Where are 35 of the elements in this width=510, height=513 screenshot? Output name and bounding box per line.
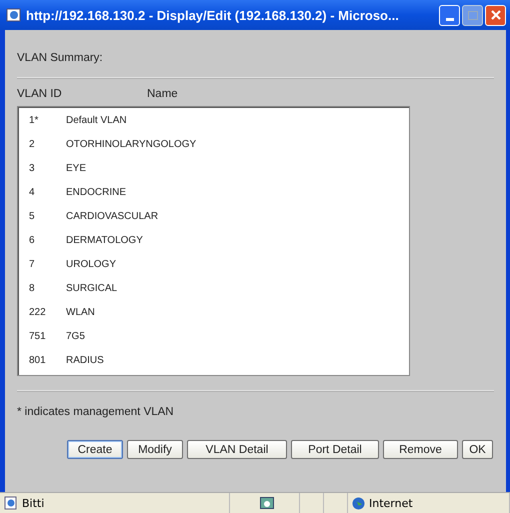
vlan-id[interactable]: 801	[18, 354, 66, 366]
vlan-id[interactable]: 2	[18, 138, 66, 150]
zone-text: Internet	[369, 496, 413, 510]
dialog-button[interactable]: Create	[67, 440, 123, 459]
vlan-name[interactable]: EYE	[66, 162, 86, 174]
vlan-name[interactable]: CARDIOVASCULAR	[66, 210, 158, 222]
window-title: http://192.168.130.2 - Display/Edit (192.168.130.2) - Microso...	[26, 8, 400, 22]
vlan-name[interactable]: SURGICAL	[66, 282, 118, 294]
dialog-button[interactable]: Remove	[383, 440, 458, 459]
vlan-id[interactable]: 3	[18, 162, 66, 174]
status-text: Bitti	[22, 496, 44, 510]
dialog-button[interactable]: VLAN Detail	[187, 440, 287, 459]
column-header: VLAN ID	[17, 88, 63, 100]
vlan-name[interactable]: OTORHINOLARYNGOLOGY	[66, 138, 196, 150]
vlan-id[interactable]: 6	[18, 234, 66, 246]
column-header: Name	[147, 88, 178, 100]
vlan-id[interactable]: 751	[18, 330, 66, 342]
dialog-button[interactable]: OK	[462, 440, 493, 459]
vlan-id[interactable]: 4	[18, 186, 66, 198]
vlan-id[interactable]: 5	[18, 210, 66, 222]
vlan-name[interactable]: DERMATOLOGY	[66, 234, 143, 246]
vlan-name[interactable]: RADIUS	[66, 354, 104, 366]
section-heading: VLAN Summary:	[17, 52, 104, 64]
vlan-name[interactable]: UROLOGY	[66, 258, 116, 270]
vlan-id[interactable]: 7	[18, 258, 66, 270]
vlan-id[interactable]: 1*	[18, 114, 66, 126]
vlan-name[interactable]: ENDOCRINE	[66, 186, 126, 198]
footnote: * indicates management VLAN	[17, 406, 175, 418]
vlan-name[interactable]: 7G5	[66, 330, 85, 342]
vlan-id[interactable]: 8	[18, 282, 66, 294]
vlan-id[interactable]: 222	[18, 306, 66, 318]
vlan-name[interactable]: Default VLAN	[66, 114, 127, 126]
dialog-button[interactable]: Modify	[127, 440, 183, 459]
vlan-name[interactable]: WLAN	[66, 306, 95, 318]
dialog-button[interactable]: Port Detail	[291, 440, 379, 459]
